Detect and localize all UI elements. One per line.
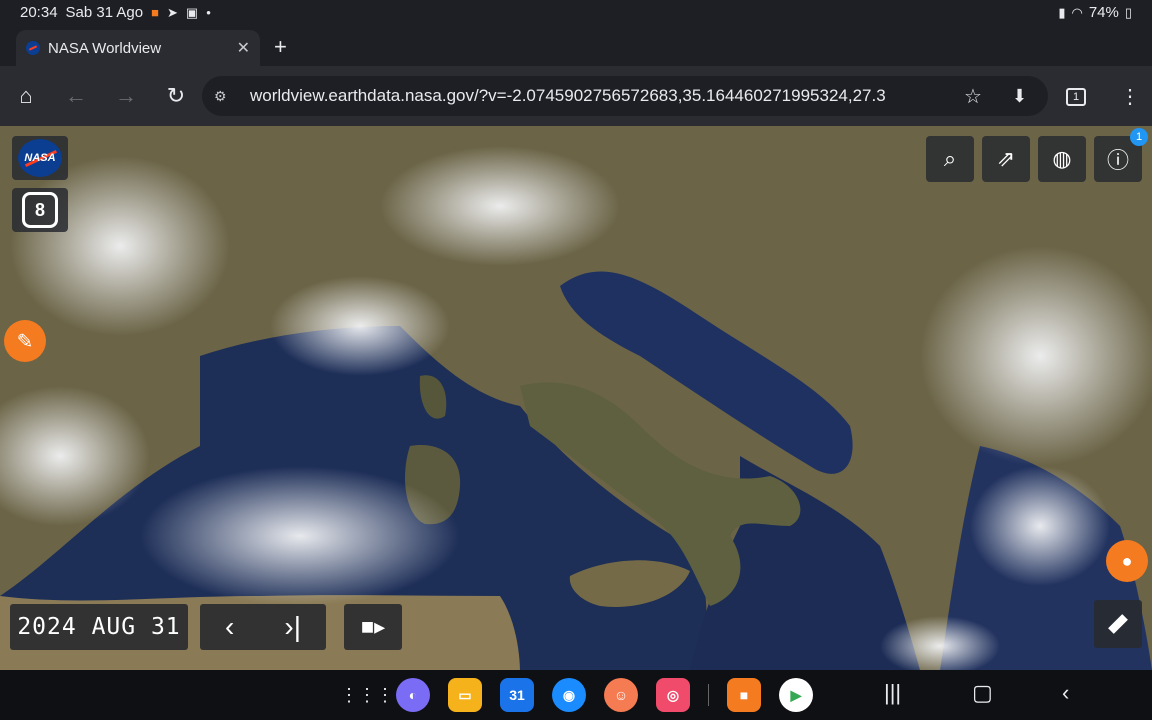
back-nav-icon[interactable]: ‹ <box>1062 680 1069 706</box>
cloud-mass <box>920 246 1152 466</box>
reload-icon[interactable]: ↻ <box>162 82 190 110</box>
animation-button[interactable]: ■▸ <box>344 604 402 650</box>
search-places-button[interactable]: ⌕ <box>926 136 974 182</box>
map-imagery <box>0 126 1152 670</box>
date-text[interactable]: 2024 AUG 31 <box>17 614 180 640</box>
screen-recorder-icon[interactable]: ● <box>1106 540 1148 582</box>
camera-app-icon[interactable]: ◎ <box>656 678 690 712</box>
cloud-mass <box>10 156 230 336</box>
video-record-icon: ■ <box>151 5 159 20</box>
dot-icon: • <box>206 5 211 20</box>
cloud-mass <box>380 146 620 266</box>
tab-strip: NASA Worldview ✕ + <box>0 26 1152 66</box>
bookmark-star-icon[interactable]: ☆ <box>964 84 982 109</box>
layers-icon: 8 <box>22 192 58 228</box>
app-drawer-icon[interactable]: ⋮⋮⋮ <box>340 684 394 706</box>
browser-toolbar: ⌂ ← → ↻ ⚙ worldview.earthdata.nasa.gov/?… <box>0 66 1152 126</box>
address-bar[interactable]: ⚙ worldview.earthdata.nasa.gov/?v=-2.074… <box>202 76 1048 116</box>
share-button[interactable]: ⇗ <box>982 136 1030 182</box>
share-icon: ⇗ <box>996 146 1016 171</box>
battery-percent: 74% <box>1088 4 1119 21</box>
new-tab-icon[interactable]: + <box>274 34 287 60</box>
download-icon[interactable]: ⬇ <box>1012 86 1027 107</box>
site-settings-icon[interactable]: ⚙ <box>214 88 250 105</box>
dock-separator <box>708 684 709 706</box>
status-right: ▮ ◠ 74% ▯ <box>1058 4 1132 21</box>
back-icon[interactable]: ← <box>62 82 90 110</box>
ruler-icon <box>1108 614 1128 634</box>
screen-recorder-app-icon[interactable]: ■ <box>727 678 761 712</box>
home-nav-icon[interactable]: ▢ <box>972 680 993 706</box>
previous-day-icon[interactable]: ‹ <box>225 611 234 643</box>
info-icon: ⓘ <box>1106 148 1129 173</box>
status-bar: 20:34 Sab 31 Ago ■ ➤ ▣ • ▮ ◠ 74% ▯ <box>0 0 1152 26</box>
nasa-logo: NASA <box>18 139 62 177</box>
screen: 20:34 Sab 31 Ago ■ ➤ ▣ • ▮ ◠ 74% ▯ NASA … <box>0 0 1152 720</box>
taskbar-dock: ⋮⋮⋮ ◐ ▭ 31 ◉ ☺ ◎ ■ ▶ <box>340 678 813 712</box>
status-date: Sab 31 Ago <box>65 4 144 21</box>
gallery-icon: ▣ <box>185 5 199 20</box>
search-icon: ⌕ <box>943 146 957 171</box>
nasa-logo-text: NASA <box>24 152 56 164</box>
tab-switcher-button[interactable]: 1 <box>1066 88 1086 106</box>
recents-icon[interactable]: ||| <box>884 680 901 706</box>
play-store-app-icon[interactable]: ▶ <box>779 678 813 712</box>
battery-saver-icon: ▮ <box>1058 5 1066 20</box>
projection-button[interactable]: ◍ <box>1038 136 1086 182</box>
battery-icon: ▯ <box>1124 5 1132 20</box>
layers-button[interactable]: 8 <box>12 188 68 232</box>
contacts-app-icon[interactable]: ☺ <box>604 678 638 712</box>
nasa-logo-button[interactable]: NASA <box>12 136 68 180</box>
date-selector[interactable]: 2024 AUG 31 <box>10 604 188 650</box>
notification-badge: 1 <box>1130 128 1148 146</box>
tab-title: NASA Worldview <box>48 39 162 57</box>
close-tab-icon[interactable]: ✕ <box>237 38 250 58</box>
layers-count: 8 <box>34 199 45 220</box>
telegram-icon: ➤ <box>166 5 178 20</box>
jump-to-latest-icon[interactable]: ›| <box>284 611 301 643</box>
system-nav-bar: ⋮⋮⋮ ◐ ▭ 31 ◉ ☺ ◎ ■ ▶ ||| ▢ ‹ <box>0 670 1152 720</box>
satellite-map[interactable]: NASA 8 ✎ ⌕ ⇗ ◍ ⓘ 1 2024 AUG 31 ‹ ›| ■▸ ● <box>0 126 1152 670</box>
my-files-app-icon[interactable]: ▭ <box>448 678 482 712</box>
internet-app-icon[interactable]: ◐ <box>396 678 430 712</box>
cloud-mass <box>270 276 450 376</box>
messages-app-icon[interactable]: ◉ <box>552 678 586 712</box>
globe-icon: ◍ <box>1052 146 1072 171</box>
video-camera-icon: ■▸ <box>360 614 386 639</box>
cloud-mass <box>140 466 460 606</box>
calendar-date: 31 <box>509 687 525 703</box>
forward-icon[interactable]: → <box>112 82 140 110</box>
home-icon[interactable]: ⌂ <box>12 82 40 110</box>
status-time: 20:34 <box>20 4 58 21</box>
measure-button[interactable] <box>1094 600 1142 648</box>
paint-brush-icon[interactable]: ✎ <box>4 320 46 362</box>
nasa-favicon-icon <box>26 41 40 55</box>
browser-tab[interactable]: NASA Worldview ✕ <box>16 30 260 66</box>
menu-icon[interactable]: ⋮ <box>1120 84 1140 109</box>
wifi-icon: ◠ <box>1071 5 1083 20</box>
calendar-app-icon[interactable]: 31 <box>500 678 534 712</box>
url-text[interactable]: worldview.earthdata.nasa.gov/?v=-2.07459… <box>250 86 942 106</box>
info-button[interactable]: ⓘ 1 <box>1094 128 1148 182</box>
cloud-mass <box>970 466 1110 586</box>
date-nav: ‹ ›| <box>200 604 326 650</box>
status-left: 20:34 Sab 31 Ago ■ ➤ ▣ • <box>20 4 211 21</box>
